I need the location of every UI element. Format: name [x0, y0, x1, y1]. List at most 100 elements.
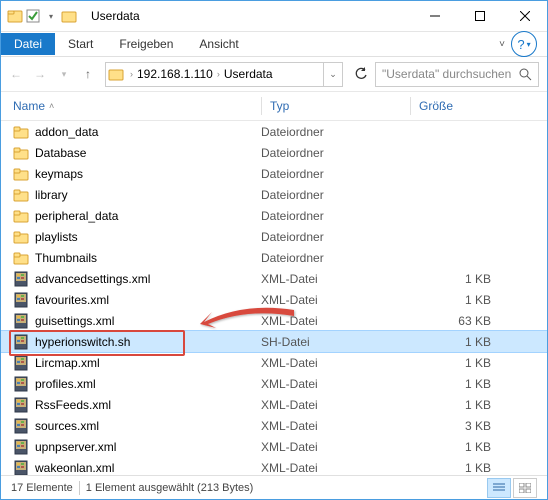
file-row[interactable]: playlistsDateiordner	[1, 226, 547, 247]
file-row[interactable]: addon_dataDateiordner	[1, 121, 547, 142]
chevron-right-icon[interactable]: ›	[130, 69, 133, 79]
details-view-button[interactable]	[487, 478, 511, 498]
file-type: Dateiordner	[261, 251, 401, 265]
tab-freigeben[interactable]: Freigeben	[106, 33, 186, 55]
location-folder-icon	[106, 64, 126, 84]
status-count: 17 Elemente	[11, 482, 73, 494]
file-row[interactable]: RssFeeds.xmlXML-Datei1 KB	[1, 394, 547, 415]
file-name: peripheral_data	[35, 209, 261, 223]
tab-start[interactable]: Start	[55, 33, 106, 55]
file-size: 1 KB	[401, 335, 503, 349]
file-row[interactable]: sources.xmlXML-Datei3 KB	[1, 415, 547, 436]
file-row[interactable]: advancedsettings.xmlXML-Datei1 KB	[1, 268, 547, 289]
address-bar[interactable]: › 192.168.1.110 › Userdata ⌄	[105, 62, 343, 87]
file-type: Dateiordner	[261, 167, 401, 181]
file-icon	[13, 334, 29, 350]
file-icon	[13, 355, 29, 371]
file-size: 1 KB	[401, 293, 503, 307]
tab-datei[interactable]: Datei	[1, 33, 55, 55]
file-row[interactable]: hyperionswitch.shSH-Datei1 KB	[1, 331, 547, 352]
col-name[interactable]: Name	[13, 99, 45, 113]
file-size: 63 KB	[401, 314, 503, 328]
file-name: guisettings.xml	[35, 314, 261, 328]
maximize-button[interactable]	[457, 2, 502, 31]
col-divider[interactable]	[410, 97, 411, 115]
file-row[interactable]: peripheral_dataDateiordner	[1, 205, 547, 226]
col-divider[interactable]	[261, 97, 262, 115]
address-dropdown-icon[interactable]: ⌄	[323, 63, 342, 86]
folder-icon	[13, 166, 29, 182]
back-button[interactable]: ←	[5, 63, 27, 85]
file-row[interactable]: wakeonlan.xmlXML-Datei1 KB	[1, 457, 547, 475]
file-name: Lircmap.xml	[35, 356, 261, 370]
folder-icon	[13, 229, 29, 245]
file-size: 3 KB	[401, 419, 503, 433]
file-row[interactable]: DatabaseDateiordner	[1, 142, 547, 163]
file-row[interactable]: upnpserver.xmlXML-Datei1 KB	[1, 436, 547, 457]
file-row[interactable]: favourites.xmlXML-Datei1 KB	[1, 289, 547, 310]
col-type[interactable]: Typ	[270, 99, 410, 113]
file-row[interactable]: guisettings.xmlXML-Datei63 KB	[1, 310, 547, 331]
folder-icon	[13, 145, 29, 161]
file-icon	[13, 397, 29, 413]
file-type: XML-Datei	[261, 356, 401, 370]
file-size: 1 KB	[401, 398, 503, 412]
col-size[interactable]: Größe	[419, 99, 509, 113]
properties-icon[interactable]	[25, 8, 41, 24]
file-type: XML-Datei	[261, 314, 401, 328]
file-name: library	[35, 188, 261, 202]
file-name: hyperionswitch.sh	[35, 335, 261, 349]
status-bar: 17 Elemente 1 Element ausgewählt (213 By…	[1, 475, 547, 499]
file-type: Dateiordner	[261, 209, 401, 223]
qat-dropdown-icon[interactable]: ▾	[43, 8, 59, 24]
history-dropdown-icon[interactable]: ▾	[53, 63, 75, 85]
breadcrumb: › 192.168.1.110 › Userdata	[126, 67, 323, 81]
file-name: favourites.xml	[35, 293, 261, 307]
file-row[interactable]: libraryDateiordner	[1, 184, 547, 205]
file-row[interactable]: Lircmap.xmlXML-Datei1 KB	[1, 352, 547, 373]
file-name: playlists	[35, 230, 261, 244]
breadcrumb-folder[interactable]: Userdata	[222, 67, 275, 81]
file-type: XML-Datei	[261, 419, 401, 433]
file-icon	[13, 313, 29, 329]
status-selected: 1 Element ausgewählt (213 Bytes)	[86, 482, 254, 494]
file-name: Database	[35, 146, 261, 160]
file-type: XML-Datei	[261, 461, 401, 475]
file-name: keymaps	[35, 167, 261, 181]
chevron-right-icon[interactable]: ›	[217, 69, 220, 79]
tab-ansicht[interactable]: Ansicht	[186, 33, 251, 55]
file-name: Thumbnails	[35, 251, 261, 265]
help-button[interactable]: ?▾	[511, 31, 537, 57]
forward-button[interactable]: →	[29, 63, 51, 85]
sort-asc-icon: ˄	[49, 101, 54, 111]
file-row[interactable]: ThumbnailsDateiordner	[1, 247, 547, 268]
search-box[interactable]: "Userdata" durchsuchen	[375, 62, 539, 87]
folder-overlay-icon	[61, 8, 77, 24]
file-icon	[13, 460, 29, 476]
file-icon	[13, 376, 29, 392]
search-placeholder: "Userdata" durchsuchen	[382, 67, 511, 81]
window-title: Userdata	[91, 9, 140, 23]
ribbon-tabs: Datei Start Freigeben Ansicht ˅ ?▾	[1, 32, 547, 57]
window-controls	[412, 2, 547, 31]
file-size: 1 KB	[401, 440, 503, 454]
file-type: XML-Datei	[261, 440, 401, 454]
file-type: Dateiordner	[261, 125, 401, 139]
app-icon	[7, 8, 23, 24]
ribbon-expand-icon[interactable]: ˅	[499, 39, 505, 50]
refresh-button[interactable]	[349, 63, 373, 86]
nav-bar: ← → ▾ ↑ › 192.168.1.110 › Userdata ⌄ "Us…	[1, 57, 547, 92]
minimize-button[interactable]	[412, 2, 457, 31]
up-button[interactable]: ↑	[77, 63, 99, 85]
file-icon	[13, 271, 29, 287]
view-switcher	[487, 478, 537, 498]
file-name: addon_data	[35, 125, 261, 139]
file-row[interactable]: profiles.xmlXML-Datei1 KB	[1, 373, 547, 394]
explorer-window: ▾ Userdata Datei Start Freigeben Ansicht…	[0, 0, 548, 500]
file-row[interactable]: keymapsDateiordner	[1, 163, 547, 184]
close-button[interactable]	[502, 2, 547, 31]
file-name: wakeonlan.xml	[35, 461, 261, 475]
icons-view-button[interactable]	[513, 478, 537, 498]
file-size: 1 KB	[401, 461, 503, 475]
breadcrumb-ip[interactable]: 192.168.1.110	[135, 67, 215, 81]
